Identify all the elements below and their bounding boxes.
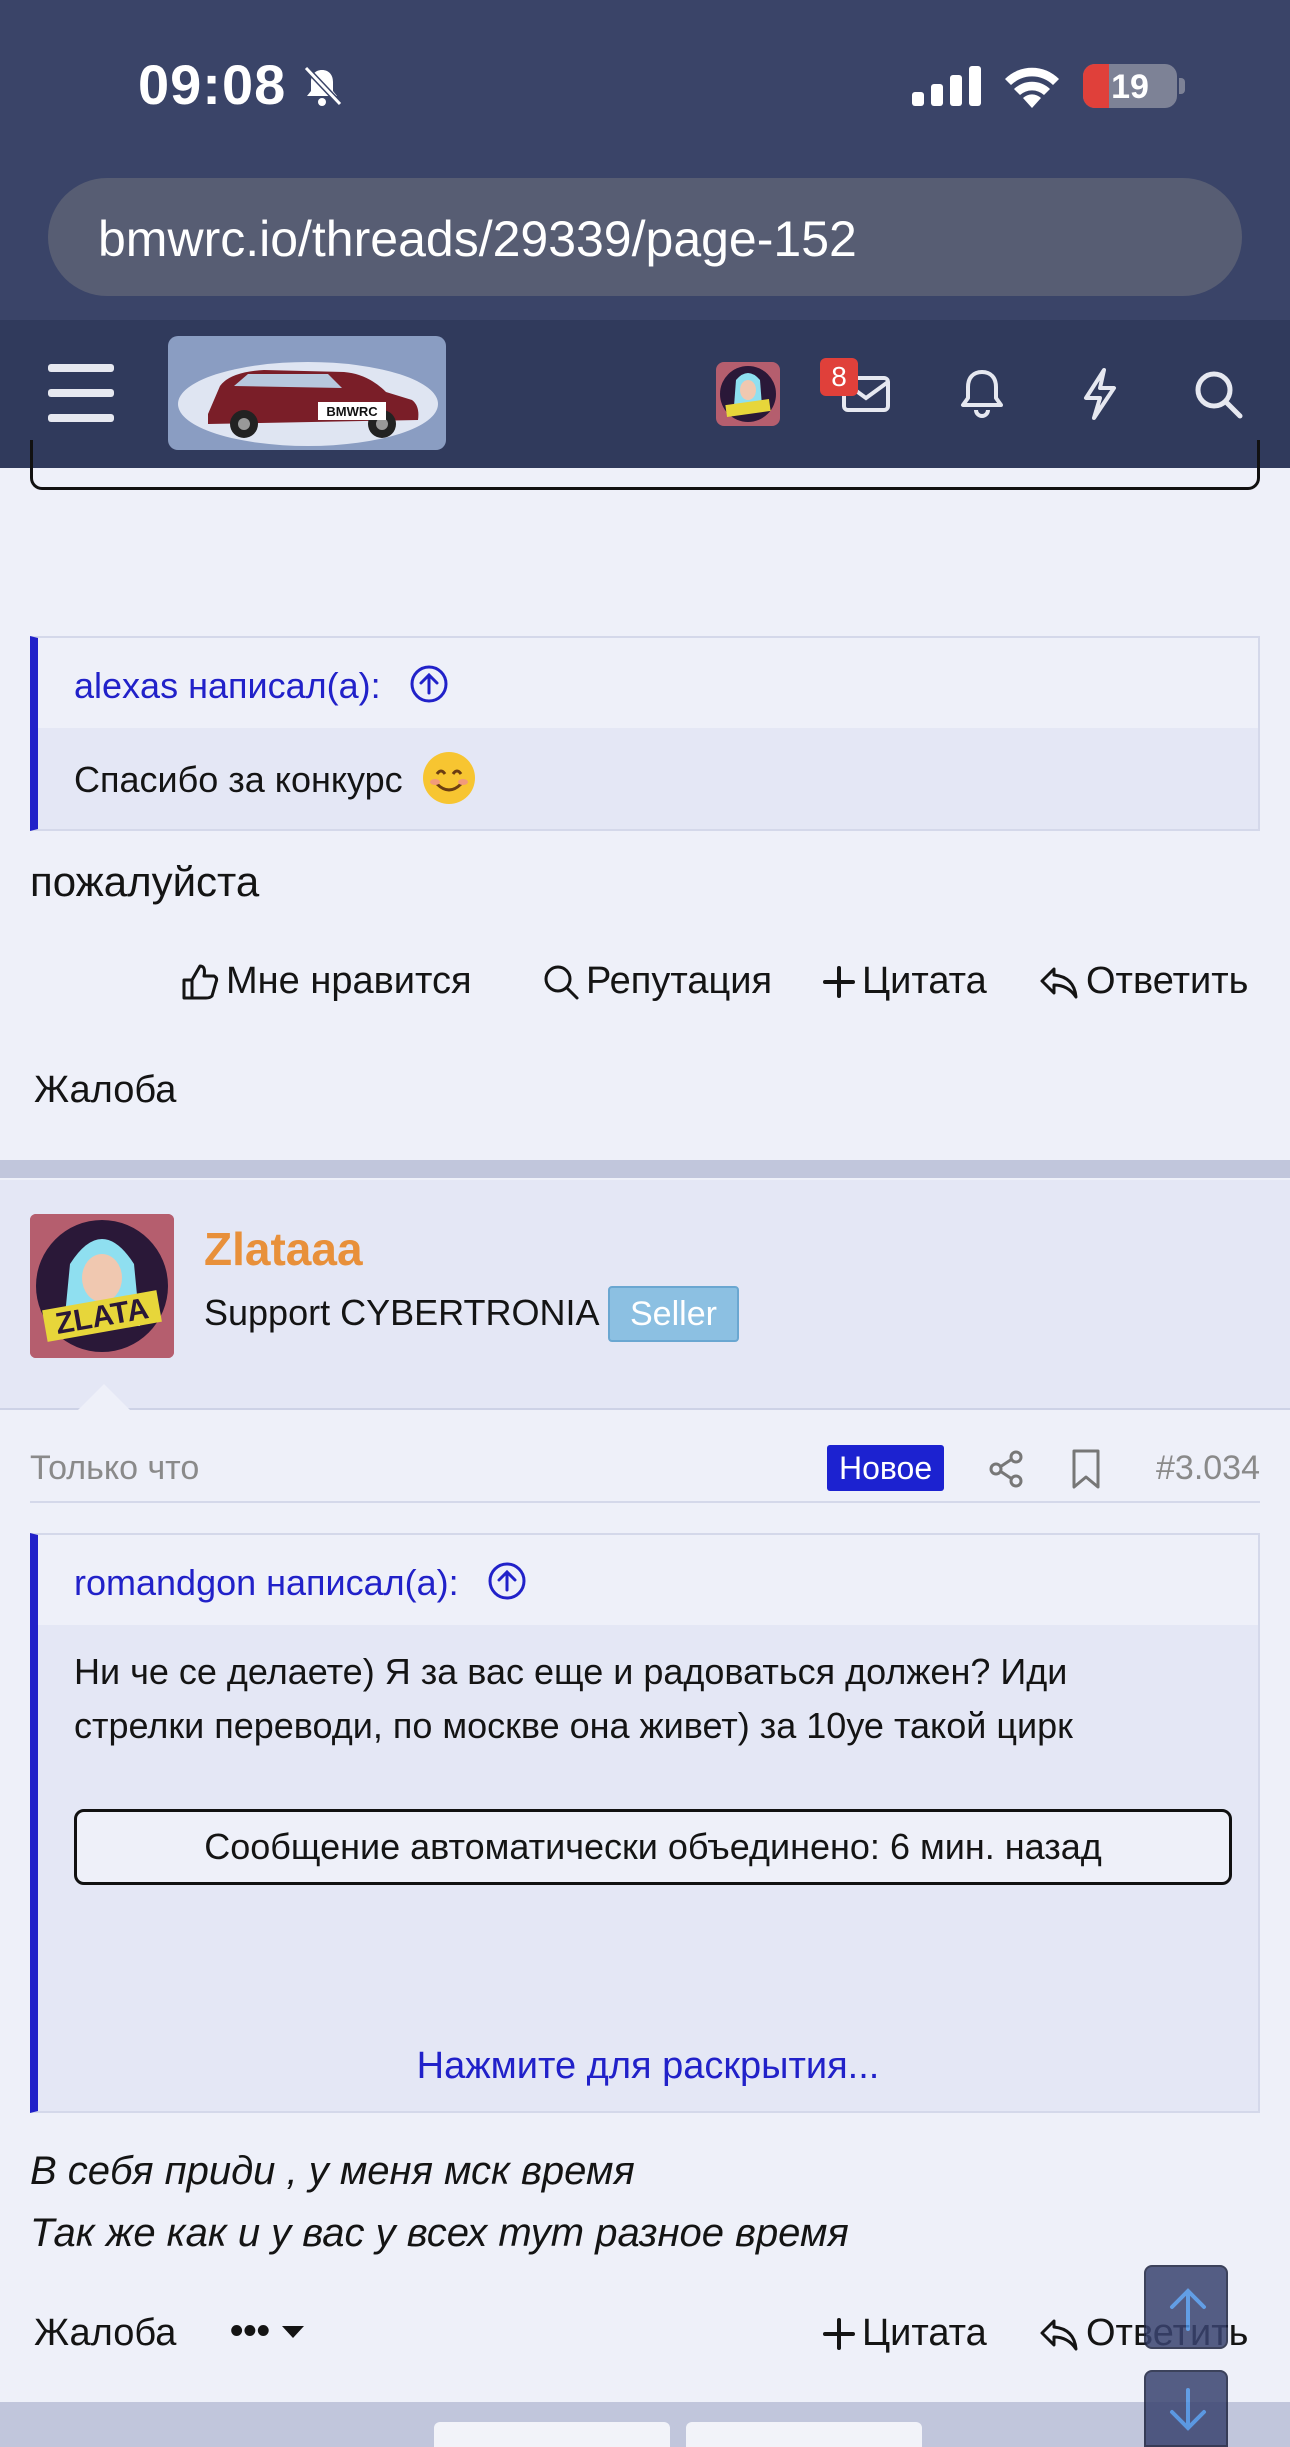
message-line: В себя приди , у меня мск время — [30, 2149, 635, 2193]
thumbs-up-icon — [182, 964, 219, 999]
quote-content: Ни че се делаете) Я за вас еще и радоват… — [38, 1625, 1258, 1775]
report-button[interactable]: Жалоба — [34, 2312, 176, 2355]
like-label: Мне нравится — [226, 960, 472, 1002]
pagination-next[interactable] — [686, 2422, 922, 2447]
lightning-icon[interactable] — [1070, 364, 1130, 424]
seller-banner: Seller — [608, 1286, 739, 1342]
more-options-button[interactable]: ••• — [230, 2310, 312, 2353]
message-line: Так же как и у вас у всех тут разное вре… — [30, 2211, 849, 2255]
menu-button[interactable] — [48, 364, 114, 422]
quote-button[interactable]: Цитата — [822, 2312, 987, 2355]
user-title: Support CYBERTRONIA — [204, 1292, 600, 1333]
address-bar[interactable]: bmwrc.io/threads/29339/page-152 — [48, 178, 1242, 296]
reputation-label: Репутация — [586, 960, 773, 1002]
pagination-prev[interactable] — [434, 2422, 670, 2447]
post-message: В себя приди , у меня мск время Так же к… — [30, 2140, 849, 2264]
post-author-name[interactable]: Zlataaa — [204, 1222, 363, 1276]
jump-up-icon[interactable] — [487, 1561, 527, 1601]
quote-header[interactable]: romandgon написал(а): — [38, 1535, 1258, 1625]
merged-notice: Сообщение автоматически объединено: 6 ми… — [74, 1809, 1232, 1885]
plus-icon — [823, 965, 855, 998]
report-label: Жалоба — [34, 1069, 177, 1111]
quote-author[interactable]: alexas написал(а): — [74, 665, 381, 706]
battery-indicator: 19 — [1083, 64, 1177, 108]
post-author-avatar[interactable]: ZLATA — [30, 1214, 174, 1358]
quote-content: Спасибо за конкурс — [38, 728, 1258, 829]
smile-emoji-icon — [422, 752, 475, 804]
quote-label: Цитата — [862, 960, 987, 1002]
quote-button[interactable]: Цитата — [822, 960, 987, 1003]
reply-arrow-icon — [1040, 2319, 1078, 2350]
like-button[interactable]: Мне нравится — [180, 960, 472, 1003]
battery-level: 19 — [1111, 68, 1149, 106]
svg-text:BMWRC: BMWRC — [326, 404, 378, 419]
user-block-pointer — [76, 1384, 132, 1412]
caret-down-icon — [281, 2325, 304, 2338]
share-icon[interactable] — [986, 1449, 1026, 1489]
quote-block: romandgon написал(а): Ни че се делаете) … — [30, 1533, 1260, 2113]
wifi-icon — [1005, 67, 1059, 108]
status-time: 09:08 — [138, 53, 287, 116]
cellular-signal-icon — [912, 66, 981, 106]
quote-author[interactable]: romandgon написал(а): — [74, 1562, 459, 1603]
magnifier-icon — [544, 965, 579, 999]
arrow-down-icon — [1170, 2388, 1206, 2431]
battery-tip — [1179, 78, 1185, 94]
quote-header[interactable]: alexas написал(а): — [38, 638, 1258, 728]
quote-text: Ни че се делаете) Я за вас еще и радоват… — [74, 1651, 1073, 1746]
post-time[interactable]: Только что — [30, 1449, 199, 1488]
user-block: ZLATA Zlataaa Support CYBERTRONIA Seller — [0, 1180, 1290, 1410]
new-badge: Новое — [827, 1445, 945, 1491]
reply-label: Ответить — [1086, 960, 1249, 1002]
silent-bell-icon — [303, 65, 343, 107]
quote-block: alexas написал(а): Спасибо за конкурс — [30, 636, 1260, 831]
bell-icon[interactable] — [952, 364, 1012, 424]
quote-label: Цитата — [862, 2312, 987, 2354]
more-label: ••• — [230, 2310, 270, 2352]
post-message: пожалуйста — [30, 858, 260, 905]
site-logo[interactable]: BMWRC — [168, 336, 446, 450]
report-button[interactable]: Жалоба — [34, 1069, 176, 1112]
post-separator — [0, 1160, 1290, 1178]
user-avatar[interactable] — [716, 362, 780, 426]
url-text: bmwrc.io/threads/29339/page-152 — [98, 211, 857, 267]
quote-text: Спасибо за конкурс — [74, 759, 403, 800]
scroll-bottom-button[interactable] — [1144, 2370, 1228, 2447]
reply-arrow-icon — [1040, 967, 1078, 998]
post-number[interactable]: #3.034 — [1156, 1449, 1260, 1488]
inbox-badge: 8 — [820, 358, 858, 396]
reputation-button[interactable]: Репутация — [542, 960, 772, 1003]
scroll-top-button[interactable] — [1144, 2265, 1228, 2349]
reply-button[interactable]: Ответить — [1038, 960, 1248, 1003]
previous-message-box — [30, 440, 1260, 490]
expand-link[interactable]: Нажмите для раскрытия... — [38, 2045, 1258, 2088]
browser-chrome: 09:08 19 bmwrc.io/threads/29339/page-152 — [0, 0, 1290, 320]
report-label: Жалоба — [34, 2312, 177, 2354]
post-meta: Только что Новое #3.034 — [30, 1445, 1260, 1503]
bookmark-icon[interactable] — [1068, 1447, 1104, 1491]
plus-icon — [823, 2317, 855, 2350]
arrow-up-icon — [1170, 2288, 1206, 2331]
search-icon[interactable] — [1188, 364, 1248, 424]
jump-up-icon[interactable] — [409, 664, 449, 704]
